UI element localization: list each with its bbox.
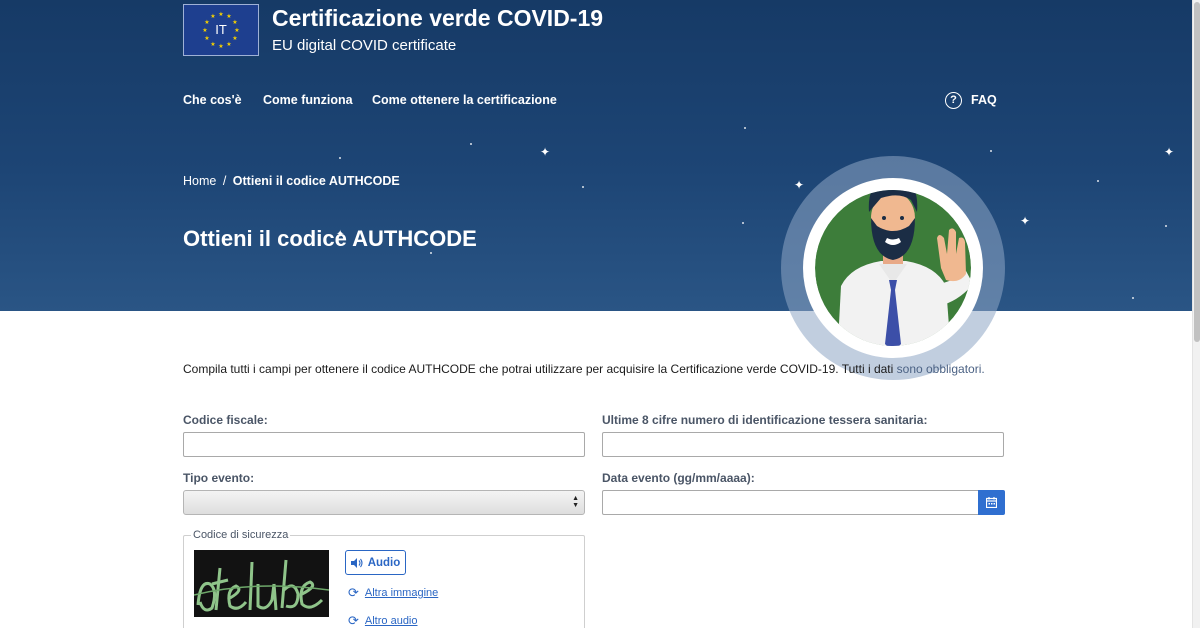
help-circle-icon: ? <box>945 91 962 109</box>
svg-text:★: ★ <box>210 41 215 48</box>
nav-item-che-cose[interactable]: Che cos'è <box>183 93 242 107</box>
star-decoration <box>1097 180 1099 182</box>
tessera-label: Ultime 8 cifre numero di identificazione… <box>602 413 928 427</box>
nav-item-come-funziona[interactable]: Come funziona <box>263 93 353 107</box>
svg-text:★: ★ <box>226 41 231 48</box>
star-decoration <box>1165 225 1167 227</box>
faq-link[interactable]: ? FAQ <box>945 91 997 109</box>
refresh-icon: ⟳ <box>348 585 359 600</box>
faq-label: FAQ <box>971 93 997 107</box>
intro-main: Compila tutti i campi per ottenere il co… <box>183 362 894 376</box>
star-decoration <box>339 157 341 159</box>
breadcrumb: Home / Ottieni il codice AUTHCODE <box>183 174 400 188</box>
other-image-label: Altra immagine <box>364 587 439 599</box>
star-decoration <box>990 150 992 152</box>
eu-italy-flag: ★ ★ ★ ★ ★ ★ ★ ★ ★ ★ ★ ★ IT <box>183 4 259 56</box>
select-arrows-icon: ▲ ▼ <box>572 495 579 509</box>
svg-text:★: ★ <box>226 13 231 20</box>
refresh-icon: ⟳ <box>348 613 359 628</box>
calendar-icon <box>986 497 997 508</box>
tipo-evento-select[interactable]: ▲ ▼ <box>183 490 585 515</box>
svg-text:★: ★ <box>218 11 223 18</box>
nav-item-come-ottenere[interactable]: Come ottenere la certificazione <box>372 93 557 107</box>
intro-required-note: sono obbligatori. <box>896 362 985 376</box>
svg-text:★: ★ <box>210 13 215 20</box>
codice-fiscale-label: Codice fiscale: <box>183 413 268 427</box>
captcha-audio-button[interactable]: Audio <box>345 550 406 575</box>
calendar-button[interactable] <box>978 490 1005 515</box>
page-scrollbar[interactable] <box>1192 0 1200 628</box>
breadcrumb-home[interactable]: Home <box>183 174 216 188</box>
sparkle-decoration: ✦ <box>1164 145 1175 159</box>
star-decoration <box>744 127 746 129</box>
site-subtitle: EU digital COVID certificate <box>272 37 457 54</box>
svg-text:★: ★ <box>218 43 223 50</box>
star-decoration <box>742 222 744 224</box>
data-evento-label: Data evento (gg/mm/aaaa): <box>602 471 755 485</box>
site-title[interactable]: Certificazione verde COVID-19 <box>272 5 603 32</box>
star-decoration <box>582 186 584 188</box>
captcha-other-audio-link[interactable]: ⟳ Altro audio <box>348 613 418 628</box>
avatar-illustration <box>781 156 1005 380</box>
speaker-icon <box>350 557 363 568</box>
data-evento-input[interactable] <box>602 490 979 515</box>
codice-fiscale-input[interactable] <box>183 432 585 457</box>
breadcrumb-separator: / <box>222 174 227 188</box>
audio-label: Audio <box>367 556 401 569</box>
intro-text: Compila tutti i campi per ottenere il co… <box>183 362 985 376</box>
other-audio-label: Altro audio <box>364 615 418 627</box>
scrollbar-thumb[interactable] <box>1194 2 1200 342</box>
captcha-image <box>194 550 329 617</box>
tipo-evento-label: Tipo evento: <box>183 471 255 485</box>
hero-header: ✦ ✦ ✦ ✦ ✦ <box>0 0 1192 311</box>
captcha-other-image-link[interactable]: ⟳ Altra immagine <box>348 585 438 601</box>
tessera-input[interactable] <box>602 432 1004 457</box>
page-title: Ottieni il codice AUTHCODE <box>183 226 477 251</box>
star-decoration <box>1132 297 1134 299</box>
captcha-legend: Codice di sicurezza <box>191 529 291 541</box>
breadcrumb-current: Ottieni il codice AUTHCODE <box>232 174 400 188</box>
flag-country-code: IT <box>215 22 227 37</box>
sparkle-decoration: ✦ <box>540 145 551 159</box>
star-decoration <box>470 143 472 145</box>
sparkle-decoration: ✦ <box>1020 214 1031 228</box>
star-decoration <box>430 252 432 254</box>
